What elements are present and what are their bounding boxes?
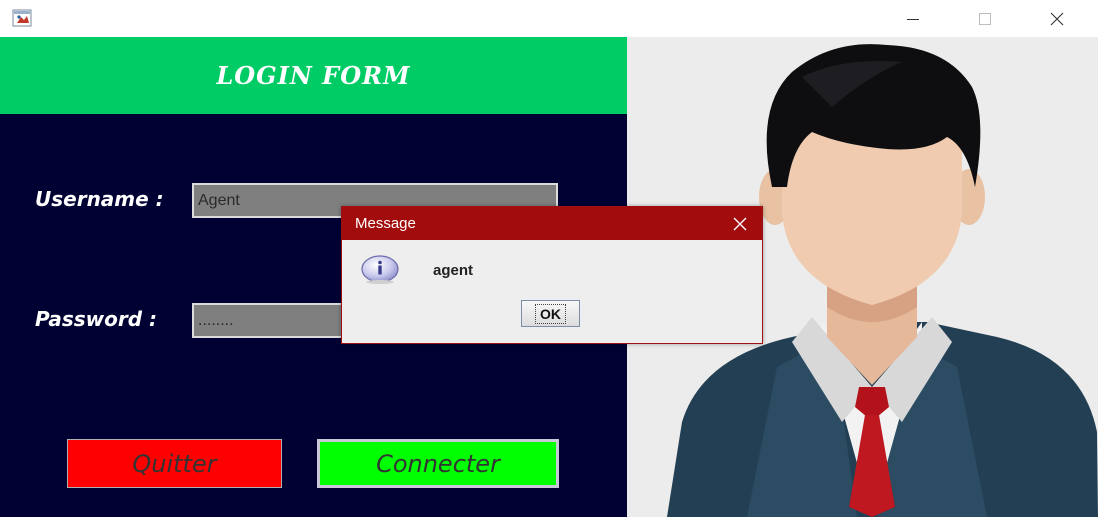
form-title: LOGIN FORM (216, 61, 411, 90)
message-dialog: Message agent OK (341, 206, 763, 344)
dialog-title: Message (355, 215, 416, 232)
minimize-button[interactable] (890, 0, 936, 37)
dialog-title-bar[interactable]: Message (342, 207, 762, 240)
dialog-close-button[interactable] (718, 207, 762, 240)
dialog-message: agent (433, 262, 474, 279)
quit-button[interactable]: Quitter (67, 439, 282, 488)
minimize-icon (907, 18, 919, 20)
form-header: LOGIN FORM (0, 37, 627, 114)
ok-button-label: OK (535, 303, 566, 324)
window-title-bar (0, 0, 1098, 37)
username-label: Username : (35, 187, 164, 211)
password-label: Password : (35, 307, 158, 331)
connect-button[interactable]: Connecter (317, 439, 559, 488)
close-window-button[interactable] (1034, 0, 1080, 37)
close-icon (1050, 12, 1064, 25)
close-icon (733, 217, 747, 230)
maximize-icon (979, 12, 991, 25)
java-coffee-icon[interactable] (12, 9, 32, 27)
info-icon (360, 254, 400, 284)
maximize-button[interactable] (962, 0, 1008, 37)
ok-button[interactable]: OK (521, 300, 580, 327)
